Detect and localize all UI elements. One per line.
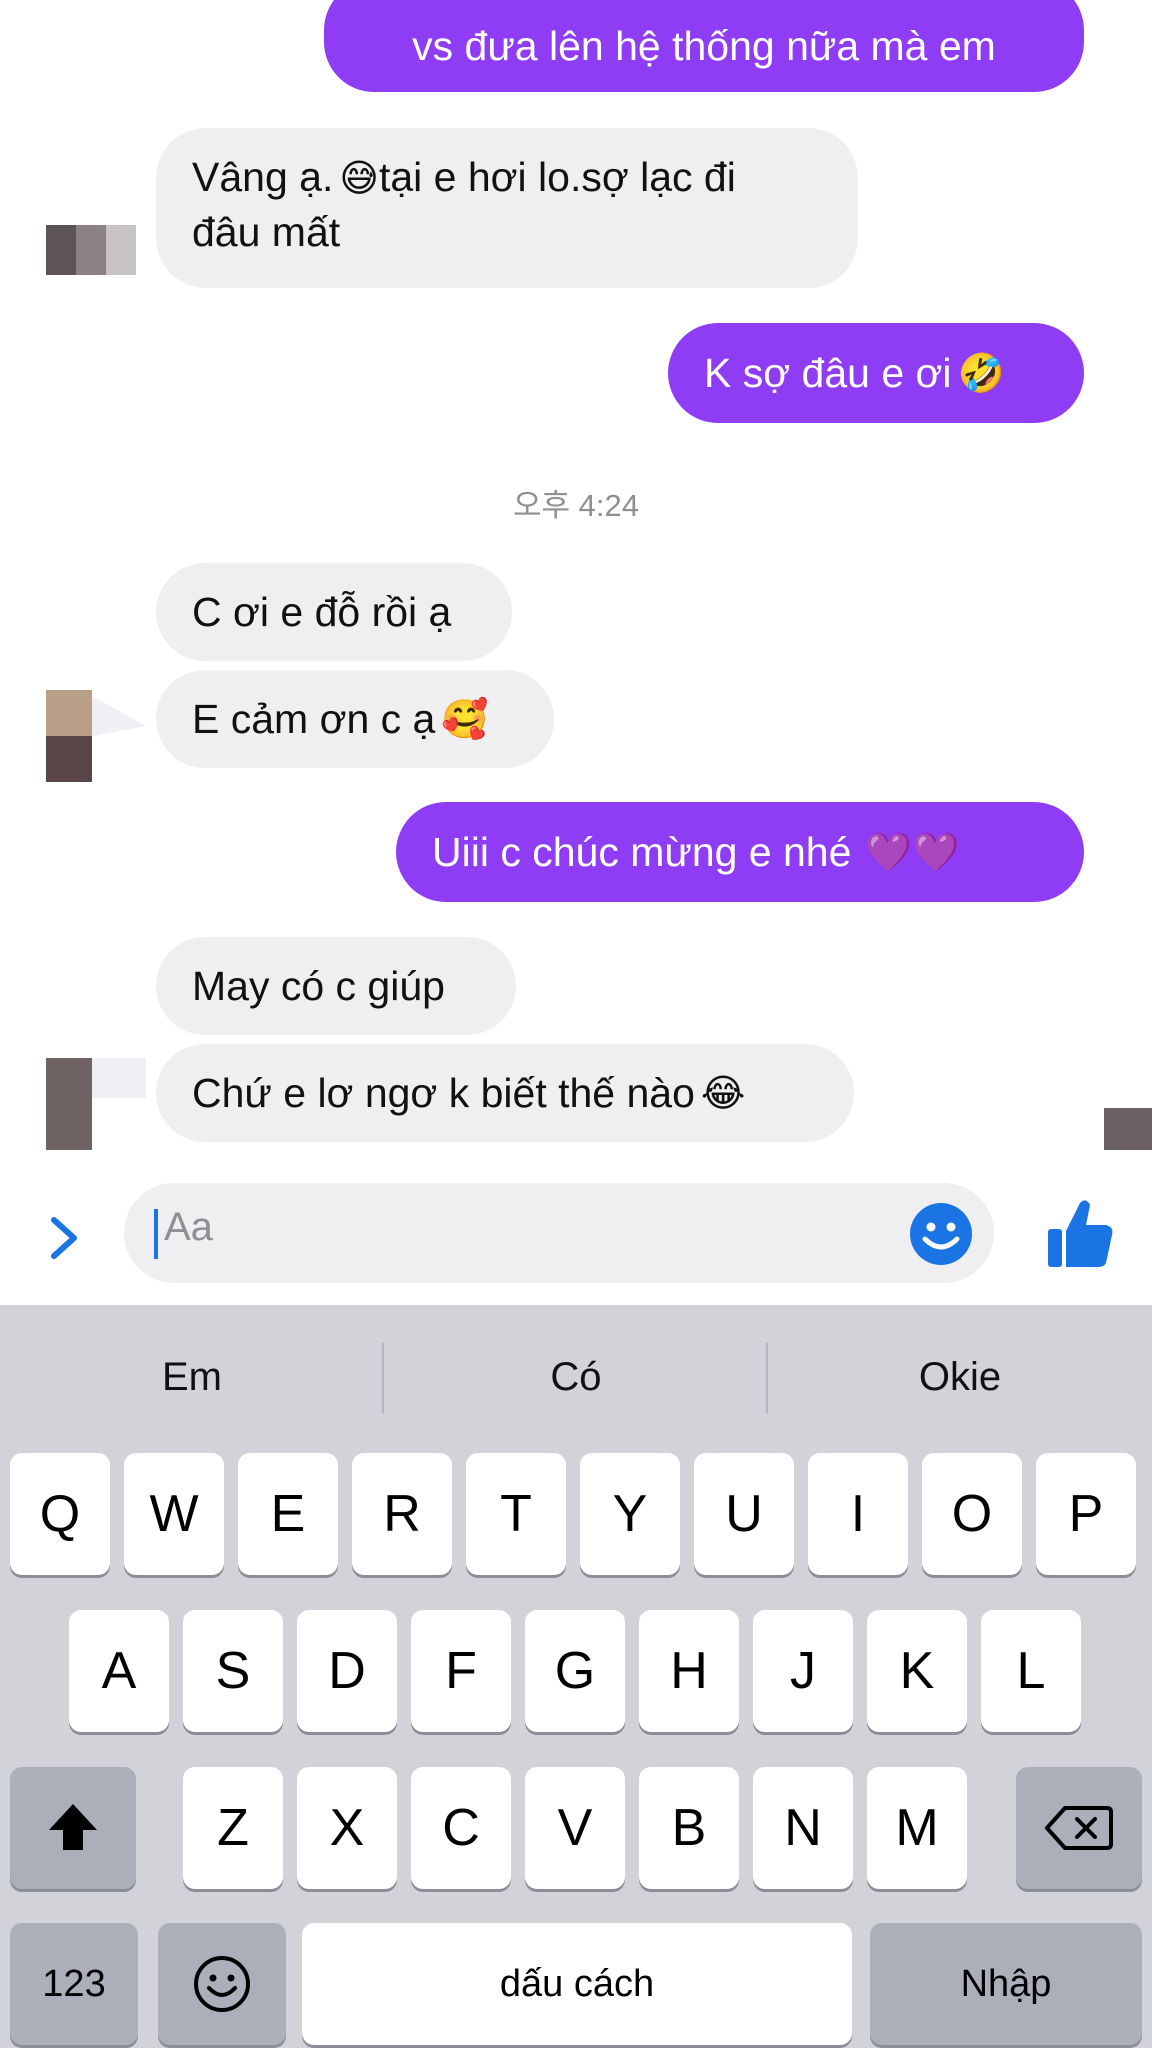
key-f[interactable]: F: [411, 1610, 511, 1732]
message-list[interactable]: vs đưa lên hệ thống nữa mà em Vâng ạ. 😅tạ…: [0, 0, 1152, 1170]
smiley-icon[interactable]: [908, 1201, 974, 1267]
thumbs-up-icon[interactable]: [1040, 1195, 1116, 1271]
key-a[interactable]: A: [69, 1610, 169, 1732]
key-m[interactable]: M: [867, 1767, 967, 1889]
outgoing-message[interactable]: vs đưa lên hệ thống nữa mà em: [324, 0, 1084, 92]
message-text: May có c giúp: [192, 963, 445, 1009]
shift-key[interactable]: [10, 1767, 136, 1889]
key-v[interactable]: V: [525, 1767, 625, 1889]
key-k[interactable]: K: [867, 1610, 967, 1732]
incoming-message[interactable]: May có c giúp: [156, 937, 516, 1035]
key-x[interactable]: X: [297, 1767, 397, 1889]
message-timestamp: 오후 4:24: [513, 488, 639, 523]
message-text: K sợ đâu e ơi: [704, 350, 952, 396]
contact-avatar: [1104, 1100, 1152, 1150]
key-r[interactable]: R: [352, 1453, 452, 1575]
key-g[interactable]: G: [525, 1610, 625, 1732]
backspace-key[interactable]: [1016, 1767, 1142, 1889]
key-l[interactable]: L: [981, 1610, 1081, 1732]
key-d[interactable]: D: [297, 1610, 397, 1732]
smiling-hearts-emoji: 🥰: [441, 697, 489, 741]
purple-hearts-emoji: 💜💜: [865, 830, 961, 874]
key-j[interactable]: J: [753, 1610, 853, 1732]
message-text: đâu mất: [192, 209, 341, 255]
key-i[interactable]: I: [808, 1453, 908, 1575]
outgoing-message[interactable]: K sợ đâu e ơi 🤣: [668, 323, 1084, 423]
shift-arrow-icon: [49, 1804, 97, 1850]
sweat-smile-emoji: 😅: [339, 156, 379, 200]
space-key[interactable]: dấu cách: [302, 1923, 852, 2045]
emoji-key[interactable]: [158, 1923, 286, 2045]
suggestion-text: Em: [162, 1355, 222, 1399]
suggestion-3[interactable]: Okie: [768, 1305, 1152, 1450]
incoming-message[interactable]: Vâng ạ. 😅tại e hơi lo.sợ lạc đi đâu mất: [156, 128, 858, 288]
key-p[interactable]: P: [1036, 1453, 1136, 1575]
contact-avatar: [46, 1058, 146, 1150]
keyboard: Em Có Okie Q W E R T Y U I O P A S D F G…: [0, 1305, 1152, 2048]
joy-emoji: 😂: [700, 1071, 746, 1115]
suggestion-1[interactable]: Em: [0, 1305, 384, 1450]
contact-avatar: [46, 690, 146, 782]
contact-avatar: [46, 225, 136, 275]
message-text: E cảm ơn c ạ: [192, 696, 436, 742]
rofl-emoji: 🤣: [957, 351, 1005, 395]
incoming-message[interactable]: C ơi e đỗ rồi ạ: [156, 563, 512, 661]
message-text: Chứ e lơ ngơ k biết thế nào: [192, 1070, 695, 1116]
emoji-face-icon: [194, 1956, 250, 2012]
message-text: tại e hơi lo.sợ lạc đi: [378, 154, 736, 200]
key-y[interactable]: Y: [580, 1453, 680, 1575]
key-s[interactable]: S: [183, 1610, 283, 1732]
key-q[interactable]: Q: [10, 1453, 110, 1575]
message-text: C ơi e đỗ rồi ạ: [192, 589, 452, 635]
backspace-icon: [1045, 1806, 1113, 1850]
text-caret: [154, 1209, 158, 1259]
key-z[interactable]: Z: [183, 1767, 283, 1889]
message-text: vs đưa lên hệ thống nữa mà em: [412, 23, 996, 69]
key-w[interactable]: W: [124, 1453, 224, 1575]
key-c[interactable]: C: [411, 1767, 511, 1889]
key-t[interactable]: T: [466, 1453, 566, 1575]
key-o[interactable]: O: [922, 1453, 1022, 1575]
key-n[interactable]: N: [753, 1767, 853, 1889]
message-text: Vâng ạ.: [192, 154, 334, 200]
numbers-key[interactable]: 123: [10, 1923, 138, 2045]
suggestion-2[interactable]: Có: [384, 1305, 768, 1450]
return-key[interactable]: Nhập: [870, 1923, 1142, 2045]
input-placeholder: Aa: [164, 1205, 213, 1249]
key-h[interactable]: H: [639, 1610, 739, 1732]
key-e[interactable]: E: [238, 1453, 338, 1575]
key-b[interactable]: B: [639, 1767, 739, 1889]
outgoing-message[interactable]: Uiii c chúc mừng e nhé 💜💜: [396, 802, 1084, 902]
incoming-message[interactable]: E cảm ơn c ạ 🥰: [156, 670, 554, 768]
key-u[interactable]: U: [694, 1453, 794, 1575]
message-text: Uiii c chúc mừng e nhé: [432, 829, 852, 875]
incoming-message[interactable]: Chứ e lơ ngơ k biết thế nào 😂: [156, 1044, 854, 1142]
chevron-right-icon[interactable]: [36, 1210, 92, 1266]
message-input[interactable]: Aa: [124, 1183, 994, 1283]
suggestion-text: Có: [550, 1355, 602, 1399]
suggestion-text: Okie: [918, 1355, 1002, 1399]
